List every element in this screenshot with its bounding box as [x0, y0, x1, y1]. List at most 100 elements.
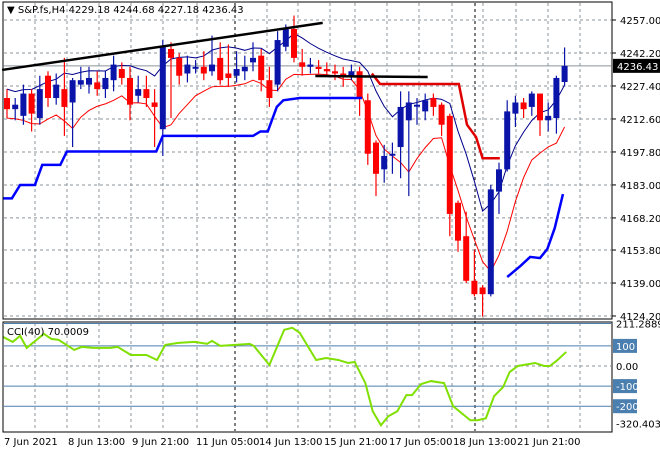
bull-candle [389, 153, 396, 156]
cci-label: CCI(40) 70.0009 [7, 327, 89, 338]
price-tick-label: 4183.00 [620, 181, 660, 192]
grid [4, 3, 611, 431]
bear-candle [332, 71, 338, 74]
bull-candle [561, 65, 568, 83]
bear-candle [4, 98, 10, 110]
time-tick-label: 15 Jun 21:00 [324, 437, 388, 448]
bull-candle [250, 57, 256, 63]
time-tick-label: 7 Jun 2021 [4, 437, 58, 448]
bull-candle [307, 64, 314, 67]
bear-candle [127, 77, 133, 105]
time-tick-label: 9 Jun 21:00 [132, 437, 189, 448]
bear-candle [291, 28, 297, 58]
bull-candle [77, 80, 84, 85]
bear-candle [45, 75, 51, 99]
bull-candle [102, 77, 109, 90]
bear-candle [176, 57, 183, 76]
bull-candle [233, 69, 240, 76]
bear-candle [28, 93, 35, 114]
price-tick-label: 4212.60 [620, 115, 660, 126]
bull-candle [512, 102, 519, 114]
bear-candle [151, 102, 158, 107]
bull-candle [422, 100, 429, 112]
axes: 4257.00 4242.20 4227.40 4212.60 4197.80 4183.… [2, 1, 660, 448]
cci-min-label: -320.4035 [616, 419, 660, 430]
bear-candle [430, 98, 437, 107]
price-tick-label: 4242.20 [620, 49, 660, 60]
current-price-label: 4236.43 [617, 62, 658, 73]
bear-candle [315, 66, 322, 70]
bull-candle [414, 104, 420, 107]
cci-panel [2, 323, 611, 428]
bear-candle [471, 280, 478, 295]
bull-candle [12, 104, 19, 110]
bear-candle [479, 287, 486, 295]
cci-panel-frame [2, 321, 613, 433]
bull-candle [184, 64, 191, 74]
time-tick-label: 18 Jun 13:00 [453, 437, 517, 448]
collapse-triangle-icon: ▼ [7, 5, 18, 16]
bear-candle [446, 115, 453, 214]
support-step-line [2, 96, 363, 200]
cci-level-label: 100 [616, 342, 635, 353]
chart[interactable]: 4257.00 4242.20 4227.40 4212.60 4197.80 4183.… [0, 0, 660, 450]
price-tick-label: 4139.00 [620, 279, 660, 290]
bull-candle [487, 189, 494, 295]
cci-max-label: 211.2889 [616, 320, 660, 331]
bull-candle [397, 106, 404, 148]
bull-candle [528, 93, 535, 107]
bull-candle [69, 80, 76, 103]
bull-candle [496, 169, 502, 192]
cci-level-label: -200 [616, 402, 639, 413]
bull-candle [209, 64, 215, 72]
price-tick-label: 4197.80 [620, 148, 660, 159]
support-step-line-2 [506, 193, 565, 278]
bull-candle [282, 28, 289, 47]
price-tick-label: 4257.00 [620, 16, 660, 27]
bull-candle [553, 77, 560, 119]
price-tick-label: 4153.80 [620, 246, 660, 257]
time-tick-label: 8 Jun 13:00 [68, 437, 125, 448]
bull-candle [405, 102, 412, 121]
bull-candle [36, 89, 43, 119]
time-tick-label: 14 Jun 13:00 [259, 437, 323, 448]
bear-candle [299, 62, 306, 67]
bull-candle [110, 64, 117, 81]
bear-candle [61, 89, 68, 107]
cci-line [2, 326, 567, 428]
bear-candle [266, 80, 273, 99]
time-tick-label: 21 Jun 21:00 [517, 437, 581, 448]
time-tick-label: 17 Jun 05:00 [389, 437, 453, 448]
bear-candle [520, 102, 527, 110]
bull-candle [241, 66, 248, 72]
cci-level-label: -100 [616, 382, 639, 393]
bull-candle [192, 66, 199, 69]
bear-candle [200, 66, 207, 74]
bull-candle [159, 46, 166, 130]
bull-candle [20, 93, 27, 116]
bull-candle [135, 89, 142, 96]
price-panel [1, 15, 611, 317]
lower-ma-line [6, 73, 566, 273]
bear-candle [323, 69, 330, 72]
bear-candle [217, 57, 224, 81]
cci-level-label: 0.00 [616, 362, 638, 373]
price-panel-frame [2, 1, 613, 320]
bear-candle [438, 104, 445, 125]
time-tick-label: 11 Jun 05:00 [196, 437, 260, 448]
bear-candle [455, 202, 461, 241]
chart-header: ▼ S&P.fs,H4 4229.18 4244.68 4227.18 4236… [7, 5, 244, 16]
bear-candle [225, 73, 232, 78]
bear-candle [143, 89, 150, 99]
bear-candle [364, 100, 371, 154]
bull-candle [86, 77, 92, 85]
price-tick-label: 4227.40 [620, 82, 660, 93]
bull-candle [53, 84, 60, 99]
bull-candle [504, 111, 511, 170]
bear-candle [168, 48, 174, 58]
price-tick-label: 4168.20 [620, 214, 660, 225]
bull-candle [545, 115, 552, 121]
bear-candle [463, 236, 470, 281]
bear-candle [118, 69, 125, 78]
bear-candle [94, 82, 101, 90]
